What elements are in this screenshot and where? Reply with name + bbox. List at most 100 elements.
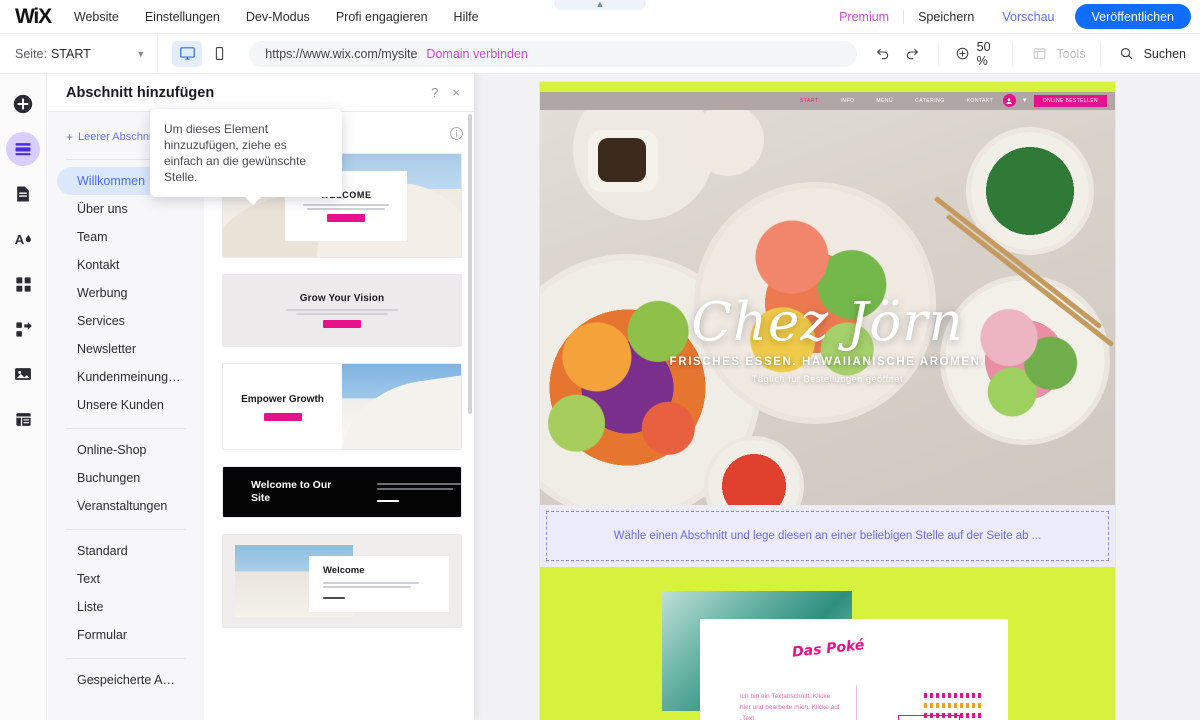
help-icon[interactable]: ?	[431, 86, 438, 99]
sidebar-item-liste[interactable]: Liste	[57, 593, 195, 621]
site-nav-kontakt[interactable]: KONTAKT	[967, 98, 994, 104]
theme-icon[interactable]: A	[6, 222, 40, 256]
desktop-view-button[interactable]	[172, 40, 203, 67]
undo-button[interactable]	[871, 42, 895, 66]
section-thumbnail[interactable]: Welcome	[222, 534, 462, 628]
hero-note[interactable]: Täglich für Bestellungen geöffnet	[540, 374, 1115, 384]
section-thumbnail[interactable]: Welcome to Our Site	[222, 466, 462, 518]
sidebar-item-unsere-kunden[interactable]: Unsere Kunden	[57, 391, 195, 419]
page-selector[interactable]: Seite: START ▼	[0, 33, 159, 74]
sidebar-item-buchungen[interactable]: Buchungen	[57, 464, 195, 492]
tools-icon[interactable]	[1027, 42, 1051, 66]
section-thumbnail[interactable]: Empower Growth	[222, 363, 462, 450]
mobile-view-button[interactable]	[204, 41, 234, 67]
add-elements-icon[interactable]	[6, 87, 40, 121]
site-nav-start[interactable]: START	[800, 98, 818, 104]
site-header: START INFO MENÜ CATERING KONTAKT ▼ ONLIN…	[540, 82, 1115, 110]
sidebar-item-newsletter[interactable]: Newsletter	[57, 335, 195, 363]
preview-button[interactable]: Vorschau	[988, 10, 1068, 24]
blocks-icon[interactable]	[6, 312, 40, 346]
wix-editor-window: WiX Website Einstellungen Dev-Modus Prof…	[0, 0, 1200, 720]
poke-card: Das Poké Ich bin ein Textabschnitt. Klic…	[700, 619, 1008, 720]
site-poke-section[interactable]: Das Poké Ich bin ein Textabschnitt. Klic…	[540, 567, 1115, 720]
squiggle-decoration	[924, 693, 982, 720]
premium-link[interactable]: Premium	[825, 10, 903, 24]
menu-item-einstellungen[interactable]: Einstellungen	[144, 7, 221, 27]
panel-scrollbar[interactable]	[468, 114, 472, 414]
thumbnail-button	[263, 412, 302, 421]
divider	[66, 428, 186, 429]
menu-item-hilfe[interactable]: Hilfe	[453, 7, 480, 27]
add-section-icon[interactable]	[6, 132, 40, 166]
menu-item-dev-modus[interactable]: Dev-Modus	[245, 7, 311, 27]
sidebar-item-services[interactable]: Services	[57, 307, 195, 335]
panel-category-list: + Leerer Abschnitt Willkommen Über uns T…	[48, 112, 204, 720]
hero-subtitle[interactable]: FRISCHES ESSEN. HAWAIIANISCHE AROMEN.	[540, 356, 1115, 368]
sidebar-item-formular[interactable]: Formular	[57, 621, 195, 649]
section-thumbnail[interactable]: Grow Your Vision	[222, 274, 462, 347]
thumbnail-button	[323, 320, 361, 328]
page-selector-label: Seite:	[15, 46, 47, 61]
thumbnail-body-lines	[377, 482, 461, 502]
sidebar-item-online-shop[interactable]: Online-Shop	[57, 436, 195, 464]
media-icon[interactable]	[6, 357, 40, 391]
chevron-up-icon: ▲	[595, 0, 605, 9]
top-bar-actions: Premium Speichern Vorschau Veröffentlich…	[825, 4, 1200, 29]
chevron-down-icon[interactable]: ▼	[1022, 98, 1028, 104]
editor-toolbar: Seite: START ▼ https://www.wix.com/mysit…	[0, 33, 1200, 74]
menu-item-website[interactable]: Website	[73, 7, 120, 27]
poke-body-text[interactable]: Ich bin ein Textabschnitt. Klicke hier u…	[740, 691, 840, 720]
sidebar-item-standard[interactable]: Standard	[57, 537, 195, 565]
site-nav-catering[interactable]: CATERING	[915, 98, 944, 104]
thumbnail-title: Grow Your Vision	[299, 293, 385, 304]
sidebar-item-kundenmeinungen[interactable]: Kundenmeinungen	[57, 363, 195, 391]
sauce-cup	[598, 138, 646, 182]
connect-domain-link[interactable]: Domain verbinden	[426, 47, 527, 61]
save-button[interactable]: Speichern	[903, 9, 988, 24]
site-canvas[interactable]: START INFO MENÜ CATERING KONTAKT ▼ ONLIN…	[475, 74, 1200, 720]
chevron-down-icon: ▼	[136, 48, 146, 59]
hero-title[interactable]: Chez Jörn	[540, 296, 1115, 349]
sidebar-item-gespeicherte-abschnitte[interactable]: Gespeicherte Absc...	[57, 666, 195, 694]
thumbnail-title: Empower Growth	[241, 393, 324, 405]
account-icon[interactable]	[1002, 94, 1016, 107]
site-url-bar[interactable]: https://www.wix.com/mysite Domain verbin…	[249, 40, 858, 67]
sidebar-item-veranstaltungen[interactable]: Veranstaltungen	[57, 492, 195, 520]
drag-hint-tooltip: Um dieses Element hinzuzufügen, ziehe es…	[150, 109, 342, 205]
page-selector-value: START	[50, 46, 91, 61]
publish-button[interactable]: Veröffentlichen	[1074, 4, 1191, 29]
zoom-group[interactable]: 50 %	[938, 40, 1012, 68]
sidebar-item-text[interactable]: Text	[57, 565, 195, 593]
close-icon[interactable]: ×	[452, 86, 460, 99]
online-order-button[interactable]: ONLINE BESTELLEN	[1033, 94, 1107, 107]
apps-icon[interactable]	[6, 267, 40, 301]
device-switcher	[158, 40, 244, 67]
section-dropzone[interactable]: Wähle einen Abschnitt und lege diesen an…	[540, 505, 1115, 567]
menu-item-profi-engagieren[interactable]: Profi engagieren	[335, 7, 429, 27]
search-icon[interactable]	[1115, 42, 1139, 66]
zoom-in-icon[interactable]	[953, 42, 971, 66]
main-menu: Website Einstellungen Dev-Modus Profi en…	[73, 7, 480, 27]
panel-info-icon[interactable]	[449, 126, 464, 146]
thumbnail-preview: Welcome	[223, 535, 461, 627]
cms-icon[interactable]	[6, 402, 40, 436]
sidebar-item-kontakt[interactable]: Kontakt	[57, 251, 195, 279]
divider	[66, 529, 186, 530]
site-hero-section[interactable]: Chez Jörn FRISCHES ESSEN. HAWAIIANISCHE …	[540, 110, 1115, 505]
wix-logo[interactable]: WiX	[15, 5, 52, 29]
sidebar-item-werbung[interactable]: Werbung	[57, 279, 195, 307]
search-group[interactable]: Suchen	[1099, 41, 1200, 66]
poke-title[interactable]: Das Poké	[791, 637, 865, 660]
site-nav-menu[interactable]: MENÜ	[876, 98, 893, 104]
collapsed-panel-tab[interactable]: ▲	[554, 0, 646, 10]
divider	[856, 685, 857, 720]
panel-title: Abschnitt hinzufügen	[66, 84, 215, 101]
tools-group[interactable]: Tools	[1012, 41, 1099, 66]
site-nav-info[interactable]: INFO	[840, 98, 854, 104]
pages-icon[interactable]	[6, 177, 40, 211]
thumbnail-body-lines	[303, 204, 389, 210]
sidebar-item-ueber-uns[interactable]: Über uns	[57, 195, 195, 223]
sidebar-item-team[interactable]: Team	[57, 223, 195, 251]
thumbnail-body-lines	[286, 309, 398, 315]
redo-button[interactable]	[900, 42, 924, 66]
